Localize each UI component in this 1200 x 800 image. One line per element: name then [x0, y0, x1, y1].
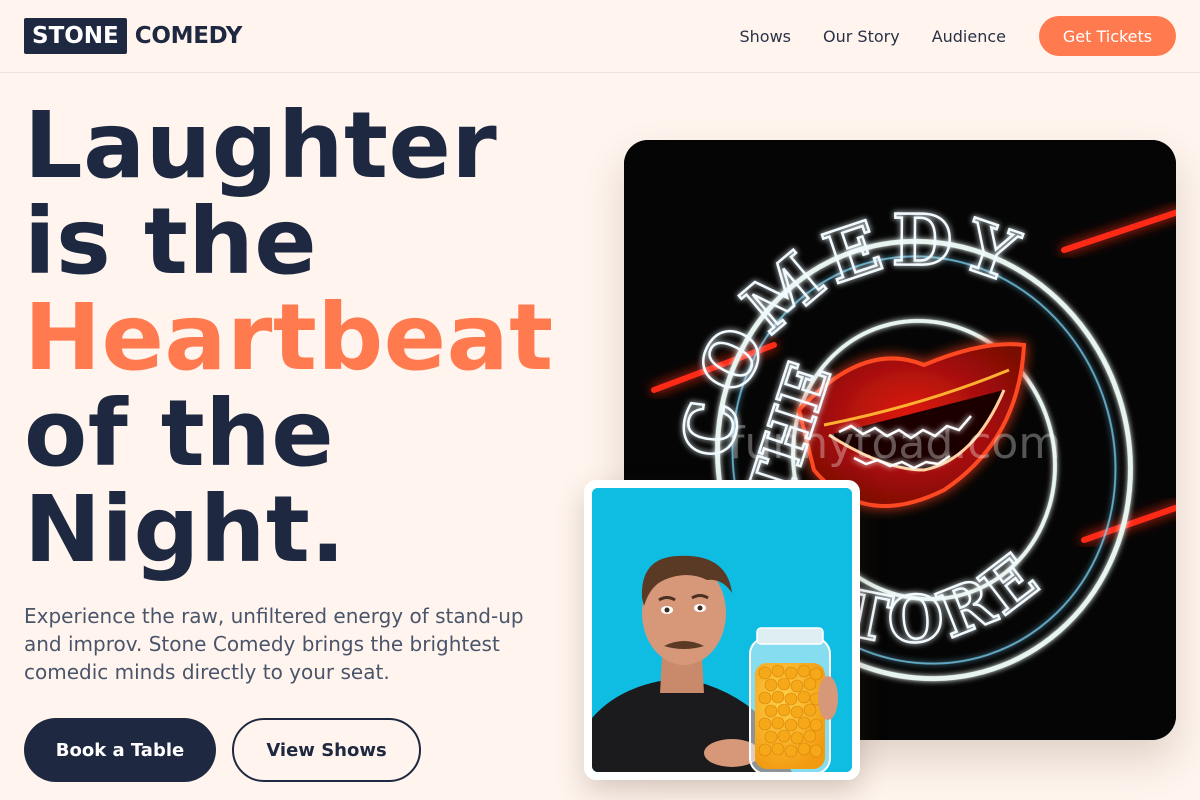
main-nav: Shows Our Story Audience Get Tickets [740, 0, 1176, 72]
logo-mark: STONE [24, 18, 127, 54]
nav-link-audience[interactable]: Audience [932, 27, 1006, 46]
hero-subtext: Experience the raw, unfiltered energy of… [24, 604, 524, 684]
book-table-button[interactable]: Book a Table [24, 718, 216, 782]
headline-line-5: Night. [24, 476, 346, 583]
view-shows-button[interactable]: View Shows [232, 718, 421, 782]
site-header: STONE COMEDY Shows Our Story Audience Ge… [0, 0, 1200, 73]
logo[interactable]: STONE COMEDY [24, 18, 242, 54]
headline-line-4: of the [24, 380, 335, 487]
hero-headline: Laughter is the Heartbeat of the Night. [24, 98, 554, 578]
headline-accent-word: Heartbeat [24, 284, 554, 391]
headline-line-2: is the [24, 188, 318, 295]
watermark: funnytoad.com [729, 418, 1061, 469]
logo-wordmark: COMEDY [134, 23, 243, 49]
nav-link-shows[interactable]: Shows [740, 27, 792, 46]
comedian-photo [592, 488, 852, 772]
comedian-photo-card [584, 480, 860, 780]
get-tickets-button[interactable]: Get Tickets [1039, 16, 1176, 56]
headline-line-1: Laughter [24, 92, 498, 199]
nav-link-our-story[interactable]: Our Story [823, 27, 900, 46]
